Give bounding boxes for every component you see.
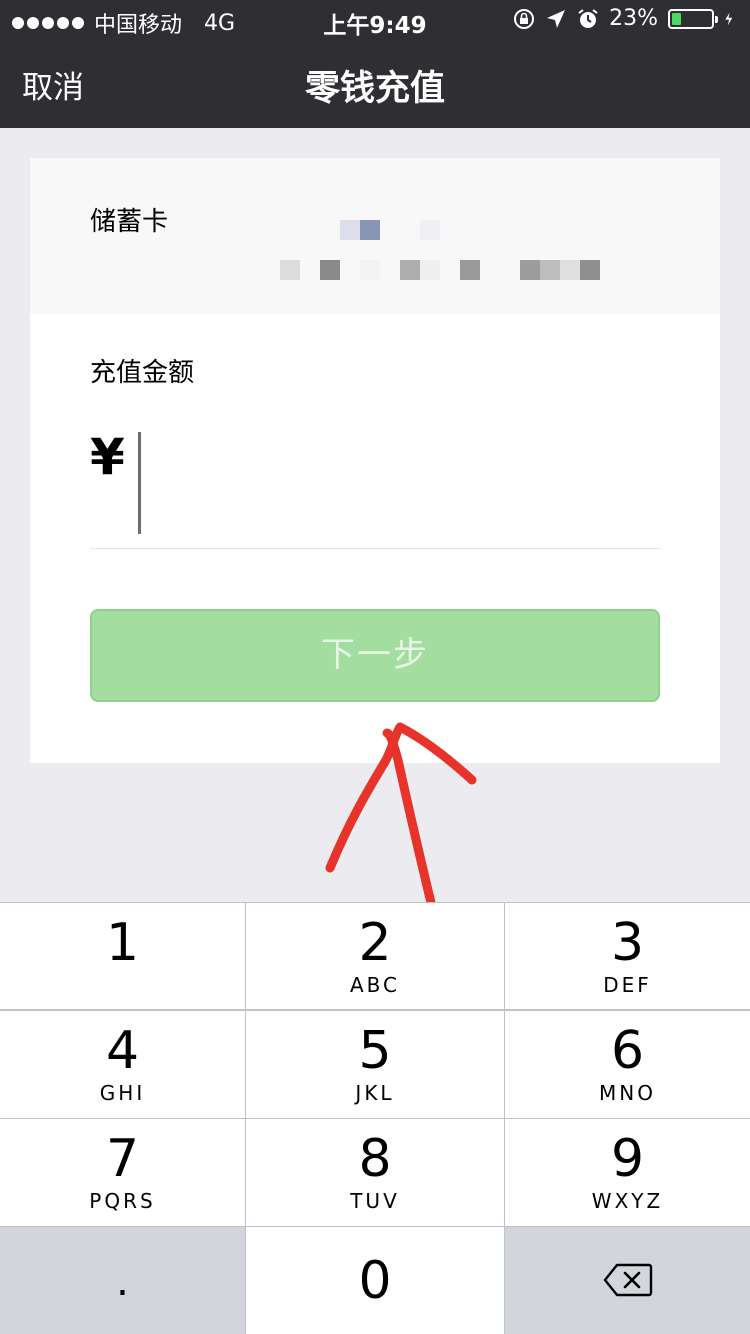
key-digit: 6 [610, 1021, 645, 1081]
battery-percent: 23% [609, 6, 658, 31]
amount-input[interactable] [135, 426, 660, 541]
key-digit: 2 [358, 913, 392, 973]
backspace-icon [603, 1263, 652, 1297]
key-digit: 8 [358, 1129, 392, 1189]
key-3[interactable]: 3 DEF [505, 903, 750, 1009]
key-2[interactable]: 2 ABC [246, 903, 504, 1009]
key-digit: 5 [358, 1021, 392, 1081]
key-7[interactable]: 7 PQRS [0, 1119, 245, 1226]
key-1[interactable]: 1 [0, 903, 245, 1009]
recharge-card: 储蓄卡 充值金额 ¥ 下一步 [30, 158, 720, 763]
key-5[interactable]: 5 JKL [246, 1011, 504, 1118]
key-digit: 7 [105, 1129, 140, 1189]
key-letters: JKL [355, 1081, 395, 1105]
key-6[interactable]: 6 MNO [505, 1011, 750, 1118]
delete-key[interactable] [505, 1227, 750, 1334]
currency-symbol: ¥ [90, 428, 125, 486]
key-decimal-label: . [116, 1259, 129, 1305]
key-9[interactable]: 9 WXYZ [505, 1119, 750, 1226]
alarm-icon [578, 8, 598, 28]
key-letters: ABC [349, 973, 400, 997]
key-digit: 1 [105, 913, 140, 973]
key-letters: DEF [603, 973, 652, 997]
text-cursor [138, 432, 141, 534]
key-letters: MNO [599, 1081, 656, 1105]
key-decimal[interactable]: . [0, 1227, 245, 1334]
page-title: 零钱充值 [304, 69, 445, 109]
key-letters: TUV [350, 1189, 400, 1213]
battery-icon [668, 8, 718, 29]
location-icon [547, 9, 566, 28]
status-bar: 中国移动 4G 上午9:49 23% [0, 0, 750, 40]
key-digit: 3 [610, 913, 645, 973]
charging-icon [725, 12, 733, 25]
key-digit: 4 [105, 1021, 140, 1081]
top-bar: 中国移动 4G 上午9:49 23% 取消 零钱充值 [0, 0, 750, 128]
key-8[interactable]: 8 TUV [246, 1119, 504, 1226]
next-step-button[interactable]: 下一步 [90, 609, 660, 702]
bank-card-selector[interactable]: 储蓄卡 [30, 158, 720, 314]
amount-divider [90, 548, 660, 549]
numeric-keypad: 1 2 ABC 3 DEF 4 GHI 5 JKL 6 MNO 7 PQRS 8… [0, 902, 750, 1334]
key-0[interactable]: 0 [246, 1227, 504, 1334]
rotation-lock-icon [514, 8, 535, 29]
key-letters: PQRS [89, 1189, 156, 1213]
bank-card-label: 储蓄卡 [90, 207, 169, 237]
amount-label: 充值金额 [90, 358, 195, 388]
key-digit: 9 [610, 1129, 645, 1189]
key-letters: GHI [99, 1081, 146, 1105]
key-letters: WXYZ [591, 1189, 664, 1213]
key-4[interactable]: 4 GHI [0, 1011, 245, 1118]
key-digit: 0 [358, 1251, 392, 1311]
